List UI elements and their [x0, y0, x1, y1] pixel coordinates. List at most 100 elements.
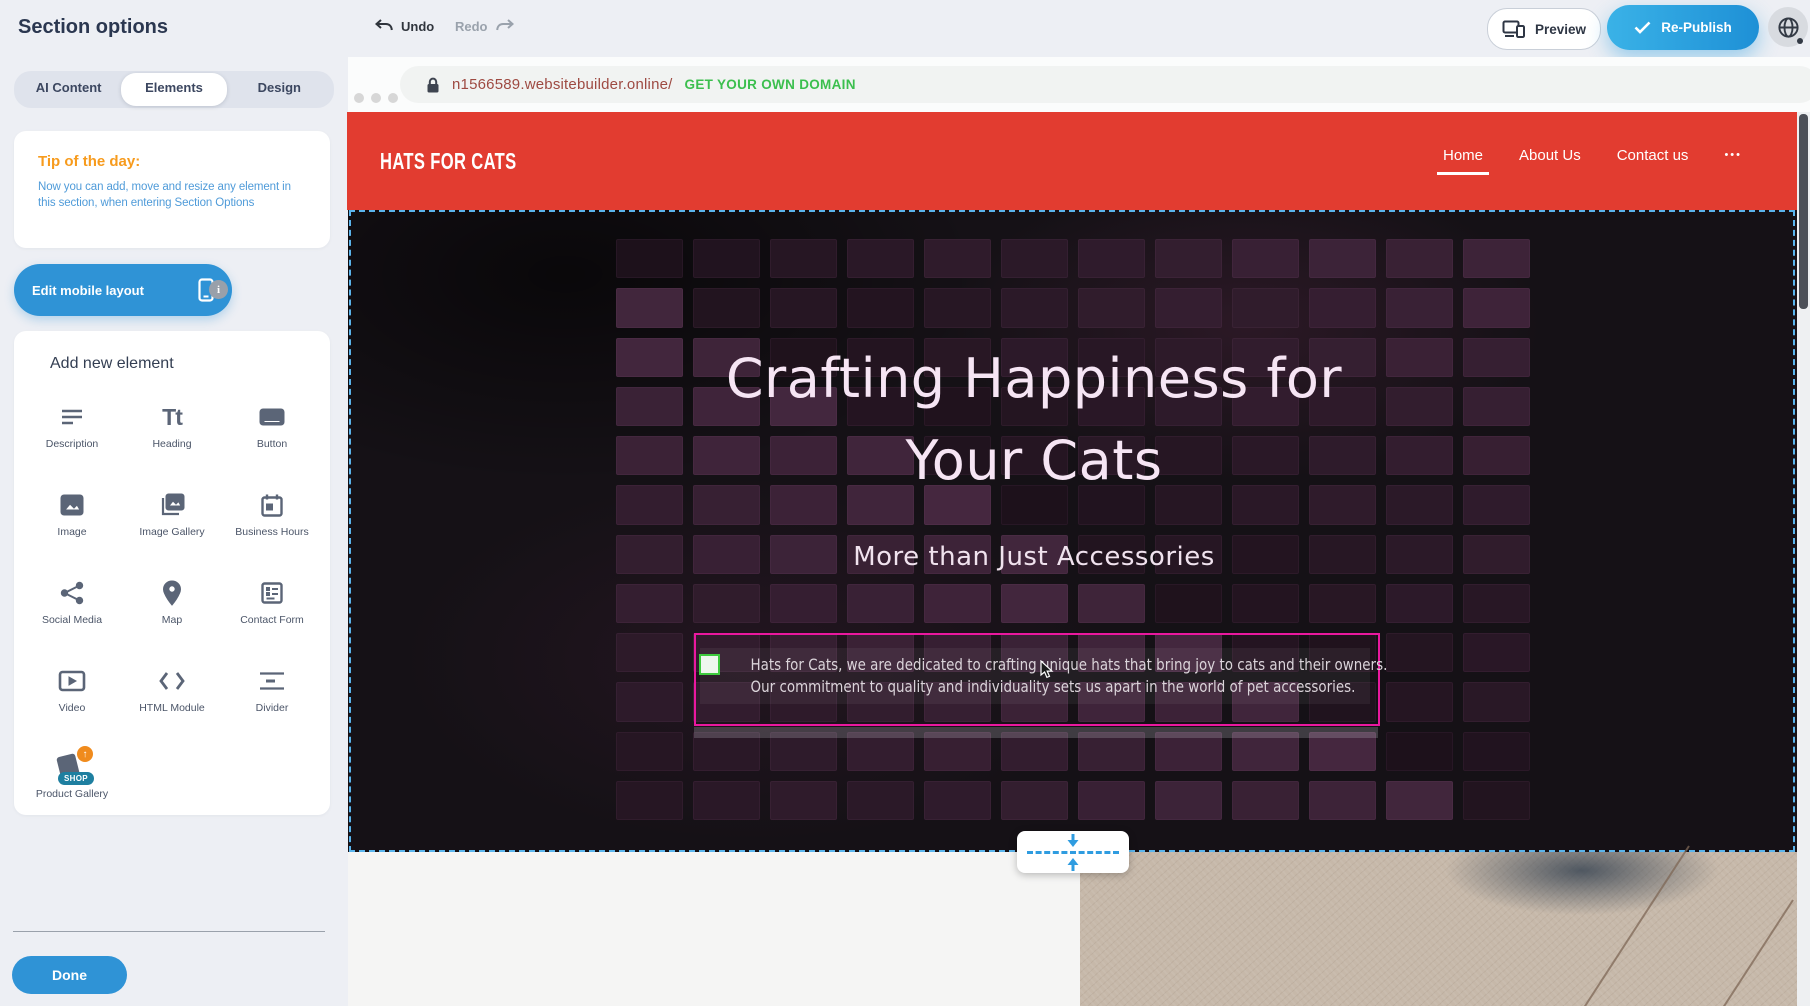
mosaic-tile — [1232, 239, 1299, 278]
code-icon — [158, 665, 186, 697]
window-dot — [388, 93, 398, 103]
mosaic-tile — [847, 584, 914, 623]
element-video[interactable]: Video — [22, 657, 122, 745]
mosaic-tile — [847, 781, 914, 820]
mosaic-tile — [1078, 288, 1145, 327]
form-icon — [260, 577, 284, 609]
mosaic-tile — [1463, 535, 1530, 574]
element-grid: Description Tt Heading Button Image — [22, 393, 322, 833]
app: Section options Undo Redo Preview Re-Pub… — [0, 0, 1810, 1006]
mosaic-tile — [1001, 584, 1068, 623]
mosaic-tile — [693, 584, 760, 623]
mosaic-tile — [693, 781, 760, 820]
mosaic-tile — [616, 633, 683, 672]
edit-mobile-label: Edit mobile layout — [32, 283, 144, 298]
site-logo[interactable]: HATS FOR CATS — [380, 148, 517, 175]
mosaic-tile — [847, 239, 914, 278]
hero-paragraph[interactable]: Hats for Cats, we are dedicated to craft… — [696, 654, 1378, 698]
lock-icon — [426, 76, 440, 94]
done-button[interactable]: Done — [12, 956, 127, 994]
nav-home[interactable]: Home — [1443, 147, 1483, 164]
element-map[interactable]: Map — [122, 569, 222, 657]
mosaic-tile — [1463, 633, 1530, 672]
selected-text-element[interactable]: Hats for Cats, we are dedicated to craft… — [694, 633, 1380, 726]
mosaic-tile — [1078, 781, 1145, 820]
tab-ai-content[interactable]: AI Content — [16, 73, 121, 106]
section-resize-handle[interactable] — [1017, 831, 1129, 873]
element-contact-form[interactable]: Contact Form — [222, 569, 322, 657]
scrollbar-thumb[interactable] — [1799, 114, 1808, 309]
tab-design[interactable]: Design — [227, 73, 332, 106]
element-button[interactable]: Button — [222, 393, 322, 481]
republish-label: Re-Publish — [1661, 20, 1732, 35]
element-social-media[interactable]: Social Media — [22, 569, 122, 657]
mosaic-tile — [693, 239, 760, 278]
mosaic-tile — [1155, 239, 1222, 278]
mosaic-tile — [616, 682, 683, 721]
mosaic-tile — [1386, 436, 1453, 475]
republish-button[interactable]: Re-Publish — [1607, 5, 1759, 50]
hero-subheading[interactable]: More than Just Accessories — [684, 542, 1384, 572]
element-image-gallery[interactable]: Image Gallery — [122, 481, 222, 569]
mosaic-tile — [1078, 584, 1145, 623]
text-lines-icon — [59, 401, 85, 433]
nav-about-us[interactable]: About Us — [1519, 147, 1581, 164]
mosaic-tile — [924, 288, 991, 327]
element-business-hours[interactable]: Business Hours — [222, 481, 322, 569]
element-divider[interactable]: Divider — [222, 657, 322, 745]
mosaic-tile — [1001, 239, 1068, 278]
mosaic-tile — [770, 781, 837, 820]
heading-icon: Tt — [162, 401, 182, 433]
preview-scrollbar[interactable] — [1797, 112, 1810, 1006]
mosaic-tile — [1386, 732, 1453, 771]
mosaic-tile — [1386, 633, 1453, 672]
language-globe-button[interactable] — [1768, 7, 1808, 47]
hero-heading[interactable]: Crafting Happiness for Your Cats — [684, 338, 1384, 502]
nav-contact-us[interactable]: Contact us — [1617, 147, 1689, 164]
upgrade-badge-icon: ↑ — [77, 746, 93, 762]
mosaic-tile — [1309, 584, 1376, 623]
mosaic-tile — [1001, 781, 1068, 820]
nav-more-icon[interactable]: ••• — [1724, 149, 1742, 161]
mosaic-tile — [924, 584, 991, 623]
undo-button[interactable]: Undo — [374, 14, 434, 38]
mosaic-tile — [693, 288, 760, 327]
get-domain-link[interactable]: GET YOUR OWN DOMAIN — [685, 77, 856, 92]
add-element-card: Add new element Description Tt Heading B… — [14, 331, 330, 815]
hero-section[interactable]: Crafting Happiness for Your Cats More th… — [348, 210, 1797, 852]
window-controls — [354, 93, 398, 103]
edit-mobile-layout-button[interactable]: Edit mobile layout — [14, 264, 232, 316]
element-html-module[interactable]: HTML Module — [122, 657, 222, 745]
tab-elements[interactable]: Elements — [121, 73, 226, 106]
undo-icon — [374, 18, 394, 34]
mosaic-tile — [616, 387, 683, 426]
window-dot — [354, 93, 364, 103]
globe-icon — [1777, 16, 1800, 39]
undo-label: Undo — [401, 19, 434, 34]
mosaic-tile — [1386, 781, 1453, 820]
mosaic-tile — [1463, 485, 1530, 524]
redo-button[interactable]: Redo — [455, 14, 515, 38]
mosaic-tile — [1386, 239, 1453, 278]
done-label: Done — [52, 967, 87, 983]
mosaic-tile — [616, 436, 683, 475]
share-icon — [60, 577, 85, 609]
mosaic-tile — [616, 338, 683, 377]
element-product-gallery[interactable]: ↑ SHOP Product Gallery — [22, 745, 122, 833]
url-text[interactable]: n1566589.websitebuilder.online/ — [452, 76, 673, 93]
mosaic-tile — [770, 239, 837, 278]
mosaic-tile — [1463, 387, 1530, 426]
mosaic-tile — [1155, 288, 1222, 327]
info-icon[interactable]: i — [209, 280, 228, 299]
mosaic-tile — [1463, 288, 1530, 327]
element-description[interactable]: Description — [22, 393, 122, 481]
resize-dash-line — [1027, 851, 1119, 854]
mosaic-tile — [1463, 436, 1530, 475]
address-bar[interactable]: n1566589.websitebuilder.online/ GET YOUR… — [400, 66, 1810, 103]
element-heading[interactable]: Tt Heading — [122, 393, 222, 481]
check-icon — [1634, 21, 1651, 34]
mosaic-tile — [1232, 584, 1299, 623]
element-image[interactable]: Image — [22, 481, 122, 569]
image-gallery-icon — [158, 489, 186, 521]
preview-button[interactable]: Preview — [1487, 8, 1601, 50]
